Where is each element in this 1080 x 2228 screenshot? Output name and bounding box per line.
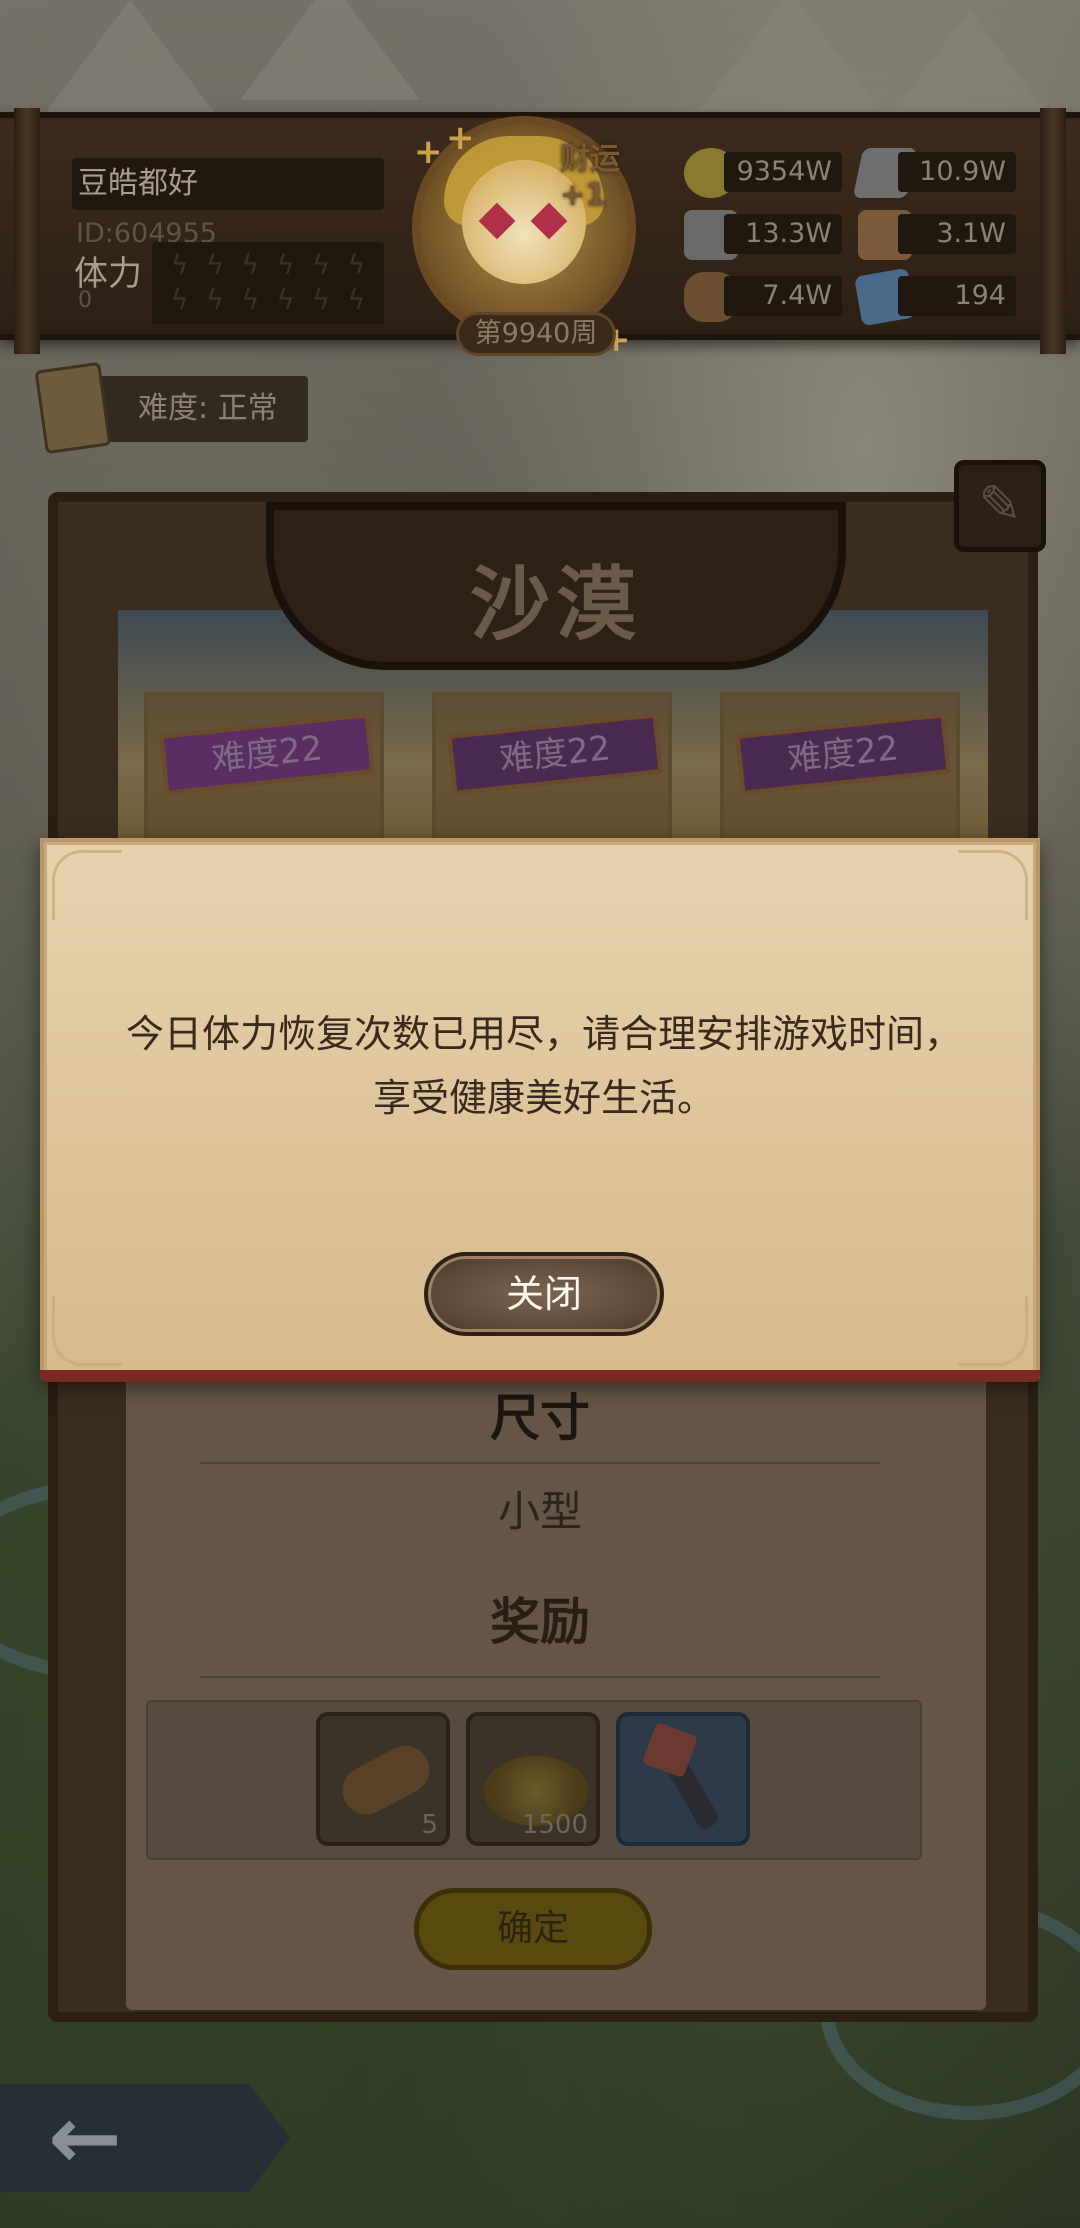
- divider: [200, 1462, 880, 1464]
- stage-title: 沙漠: [470, 557, 642, 651]
- resource-value: 7.4W: [724, 276, 842, 316]
- back-button[interactable]: ←: [0, 2084, 290, 2192]
- size-value: 小型: [497, 1487, 582, 1536]
- stamina-value: 0: [78, 288, 92, 313]
- mountain: [700, 0, 880, 110]
- divider: [200, 1676, 880, 1678]
- plus-icon: +: [414, 132, 443, 172]
- edit-icon[interactable]: ✎: [954, 460, 1046, 552]
- reward-quantity: 5: [421, 1810, 438, 1840]
- player-avatar[interactable]: + + + 财运+1: [412, 116, 636, 360]
- resource-value: 13.3W: [724, 214, 842, 254]
- close-button[interactable]: 关闭: [424, 1252, 664, 1336]
- lightning-icon: ϟ: [170, 283, 189, 316]
- stage-title-banner: 沙漠: [266, 502, 846, 670]
- reward-item-torch[interactable]: [616, 1712, 750, 1846]
- resource-crystal[interactable]: 194: [854, 267, 1020, 327]
- resource-value: 3.1W: [898, 214, 1016, 254]
- dialog-bottom-border: [40, 1370, 1040, 1382]
- week-counter: 第9940周: [456, 312, 616, 356]
- lightning-icon: ϟ: [347, 283, 366, 316]
- fortune-label: 财运+1: [560, 142, 620, 213]
- mountain: [240, 0, 420, 100]
- top-status-bar: 豆皓都好 ID:604955 体力 0 ϟ ϟ ϟ ϟ ϟ ϟ ϟ ϟ ϟ ϟ …: [0, 108, 1080, 360]
- stamina-bolts: ϟ ϟ ϟ ϟ ϟ ϟ ϟ ϟ ϟ ϟ ϟ ϟ: [152, 242, 384, 324]
- lightning-icon: ϟ: [241, 248, 260, 281]
- ornament-corner: [958, 1296, 1028, 1366]
- plus-icon: +: [446, 118, 475, 158]
- size-title: 尺寸: [490, 1389, 590, 1447]
- resource-wood[interactable]: 7.4W: [684, 272, 846, 322]
- player-name: 豆皓都好: [72, 158, 384, 210]
- resource-gold[interactable]: 9354W: [684, 148, 846, 198]
- lightning-icon: ϟ: [311, 248, 331, 281]
- difficulty-card-label: 难度22: [447, 713, 663, 795]
- resource-value: 10.9W: [898, 152, 1016, 192]
- ornament-corner: [958, 850, 1028, 920]
- lightning-icon: ϟ: [241, 283, 260, 316]
- confirm-button[interactable]: 确定: [414, 1888, 652, 1970]
- mountain: [40, 0, 220, 120]
- stamina-limit-dialog: 今日体力恢复次数已用尽，请合理安排游戏时间，享受健康美好生活。 关闭: [40, 838, 1040, 1378]
- resource-iron[interactable]: 10.9W: [852, 148, 1020, 198]
- resource-stone[interactable]: 13.3W: [684, 210, 846, 260]
- resource-value: 9354W: [724, 152, 842, 192]
- difficulty-selector[interactable]: 难度: 正常: [96, 376, 308, 442]
- lightning-icon: ϟ: [205, 248, 225, 281]
- ornament-corner: [52, 850, 122, 920]
- lightning-icon: ϟ: [311, 283, 331, 316]
- lightning-icon: ϟ: [170, 248, 189, 281]
- difficulty-card-label: 难度22: [159, 713, 375, 795]
- reward-quantity: 1500: [521, 1810, 588, 1840]
- reward-item-wood[interactable]: 5: [316, 1712, 450, 1846]
- resource-leather[interactable]: 3.1W: [858, 210, 1020, 260]
- lightning-icon: ϟ: [276, 248, 295, 281]
- resource-value: 194: [898, 276, 1016, 316]
- reward-item-gold[interactable]: 1500: [466, 1712, 600, 1846]
- back-arrow-icon: ←: [48, 2086, 122, 2189]
- scroll-magnifier-icon[interactable]: [34, 361, 112, 455]
- difficulty-card-label: 难度22: [735, 713, 951, 795]
- lightning-icon: ϟ: [347, 248, 366, 281]
- lightning-icon: ϟ: [205, 283, 225, 316]
- dialog-message: 今日体力恢复次数已用尽，请合理安排游戏时间，享受健康美好生活。: [125, 1012, 962, 1120]
- ornament-corner: [52, 1296, 122, 1366]
- reward-title: 奖励: [490, 1593, 590, 1651]
- lightning-icon: ϟ: [276, 283, 295, 316]
